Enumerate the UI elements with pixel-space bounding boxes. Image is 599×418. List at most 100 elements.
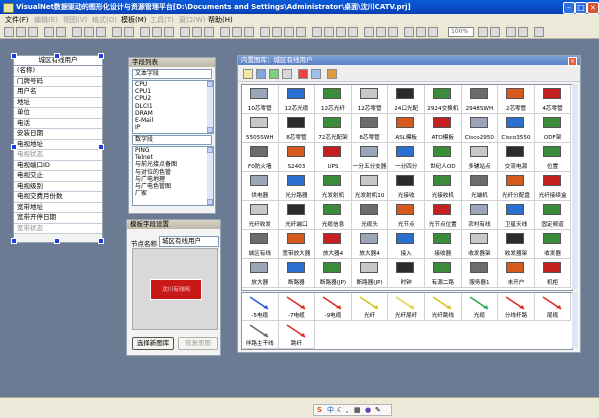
library-icon-item[interactable]: 光节点	[388, 201, 425, 230]
form-field-row[interactable]: 电视地址	[14, 139, 102, 150]
scrollbar[interactable]	[207, 147, 213, 205]
zoom-in-icon[interactable]	[404, 27, 414, 37]
library-icon-item[interactable]: 光纤分配盘	[498, 172, 535, 201]
resize-handle[interactable]	[98, 238, 104, 244]
list-item[interactable]: DLCI1	[133, 103, 213, 110]
library-icon-item[interactable]: 收发器	[534, 230, 572, 259]
redo-icon[interactable]	[124, 27, 134, 37]
align-right-icon[interactable]	[204, 27, 214, 37]
library-icon-item[interactable]: 位置	[534, 143, 572, 172]
library-icon-item[interactable]: 断路器	[278, 259, 316, 288]
scroll-down-icon[interactable]	[207, 127, 213, 133]
zoom-select[interactable]: 100%	[448, 27, 474, 37]
library-icon-item[interactable]: 12芯零管	[351, 85, 389, 114]
keyboard-icon[interactable]: ▦	[354, 405, 361, 415]
library-icon-item[interactable]: 光缆信息	[315, 201, 352, 230]
preview-icon[interactable]	[56, 27, 66, 37]
library-icon-item[interactable]: 一分五分支器	[351, 143, 389, 172]
library-icon-item[interactable]: 10芯零管	[242, 85, 279, 114]
text-tool-icon[interactable]	[348, 27, 358, 37]
library-icon-item[interactable]: 5505SWH	[242, 114, 279, 143]
library-icon-item[interactable]: 世纪人OD	[425, 143, 462, 172]
resize-handle[interactable]	[11, 238, 17, 244]
library-icon-item[interactable]: 72芯光配架	[315, 114, 352, 143]
library-line-item[interactable]: 光纤跳线	[425, 293, 462, 321]
library-icon-item[interactable]: 光节点位置	[425, 201, 462, 230]
import-icon[interactable]	[256, 69, 266, 79]
open-icon[interactable]	[16, 27, 26, 37]
library-icon-item[interactable]: Cisco3550	[498, 114, 535, 143]
library-line-item[interactable]: -7电缆	[278, 293, 316, 321]
restore-original-button[interactable]: 恢复原图	[178, 337, 218, 350]
library-line-item[interactable]: 分线杆路	[498, 293, 535, 321]
library-icon-item[interactable]: 一分四分	[388, 143, 425, 172]
bold-icon[interactable]	[140, 27, 150, 37]
library-line-item[interactable]: 跳纤	[278, 321, 316, 349]
ellipse-tool-icon[interactable]	[336, 27, 346, 37]
library-icon-item[interactable]: ASL模板	[388, 114, 425, 143]
library-icon-item[interactable]: Cisco2950	[461, 114, 499, 143]
scrollbar[interactable]	[572, 292, 578, 348]
ungroup-icon[interactable]	[272, 27, 282, 37]
library-icon-item[interactable]: 放大器	[242, 259, 279, 288]
library-icon-item[interactable]: 断路器(JP)	[315, 259, 352, 288]
library-icon-item[interactable]: 光接收机	[425, 172, 462, 201]
scrollbar[interactable]	[207, 81, 213, 133]
library-icon-item[interactable]: 8芯零管	[278, 114, 316, 143]
library-icon-item[interactable]: 光纤接续盒	[534, 172, 572, 201]
resize-handle[interactable]	[11, 53, 17, 59]
form-field-row[interactable]: 电视级别	[14, 181, 102, 192]
scroll-up-icon[interactable]	[207, 81, 213, 87]
close-button[interactable]: ×	[587, 2, 599, 14]
list-item[interactable]: 厂家	[133, 190, 213, 197]
library-line-item[interactable]: 伴路主干线	[242, 321, 279, 349]
delete-icon[interactable]	[298, 69, 308, 79]
form-field-row[interactable]: 宽带地址	[14, 202, 102, 213]
library-line-item[interactable]: -9电缆	[315, 293, 352, 321]
list-item[interactable]: 与前光接点备图	[133, 161, 213, 168]
connector-icon[interactable]	[364, 27, 374, 37]
library-icon-item[interactable]: 2948SWH	[461, 85, 499, 114]
menu-template[interactable]: 模板(M)	[121, 15, 147, 25]
library-icon-item[interactable]: UPS	[315, 143, 352, 172]
library-icon-item[interactable]: 8芯零管	[351, 114, 389, 143]
copy-icon[interactable]	[84, 27, 94, 37]
layer-icon[interactable]	[506, 27, 516, 37]
underline-icon[interactable]	[164, 27, 174, 37]
library-icon-item[interactable]: 2芯零管	[498, 85, 535, 114]
library-line-item[interactable]: 光纤尾纤	[388, 293, 425, 321]
help-icon[interactable]	[534, 27, 544, 37]
user-icon[interactable]: ●	[365, 405, 371, 415]
menu-file[interactable]: 文件(F)	[5, 15, 29, 25]
library-icon-item[interactable]: 农村有线	[461, 201, 499, 230]
export-icon[interactable]	[269, 69, 279, 79]
form-panel[interactable]: 城区有线用户 (名称) 门牌号码 用户名 地址 单位 电话 安装日期 电视地址 电视状态 电视端口…	[13, 55, 103, 243]
list-item[interactable]: CPU2	[133, 95, 213, 102]
scroll-down-icon[interactable]	[207, 199, 213, 205]
maximize-button[interactable]: □	[575, 2, 587, 14]
library-icon-item[interactable]: 固定频道	[534, 201, 572, 230]
resize-handle[interactable]	[54, 53, 60, 59]
minimize-button[interactable]: –	[563, 2, 575, 14]
library-icon-item[interactable]: 24口光配	[388, 85, 425, 114]
library-icon-item[interactable]: 光缆头	[351, 201, 389, 230]
menu-tools[interactable]: 工具(T)	[150, 15, 174, 25]
library-icon-item[interactable]: 收发器架	[461, 230, 499, 259]
library-icon-item[interactable]: 光端机	[461, 172, 499, 201]
undo-icon[interactable]	[112, 27, 122, 37]
zoom-out-icon[interactable]	[416, 27, 426, 37]
library-icon-item[interactable]: 2924交换机	[425, 85, 462, 114]
new-icon[interactable]	[4, 27, 14, 37]
sogou-icon[interactable]: S	[317, 405, 322, 415]
list-item[interactable]: E-Mail	[133, 117, 213, 124]
form-field-row[interactable]: 电视交费月份数	[14, 192, 102, 203]
resize-handle[interactable]	[11, 144, 17, 150]
library-icon-item[interactable]: 多辅站点	[461, 143, 499, 172]
menu-help[interactable]: 帮助(H)	[208, 15, 233, 25]
list-item[interactable]: IP	[133, 124, 213, 131]
print-icon[interactable]	[44, 27, 54, 37]
form-field-row[interactable]: 用户名	[14, 87, 102, 98]
form-field-row[interactable]: 单位	[14, 108, 102, 119]
select-new-library-button[interactable]: 选择新图库	[132, 337, 174, 350]
library-icon-item[interactable]: 机柜	[534, 259, 572, 288]
